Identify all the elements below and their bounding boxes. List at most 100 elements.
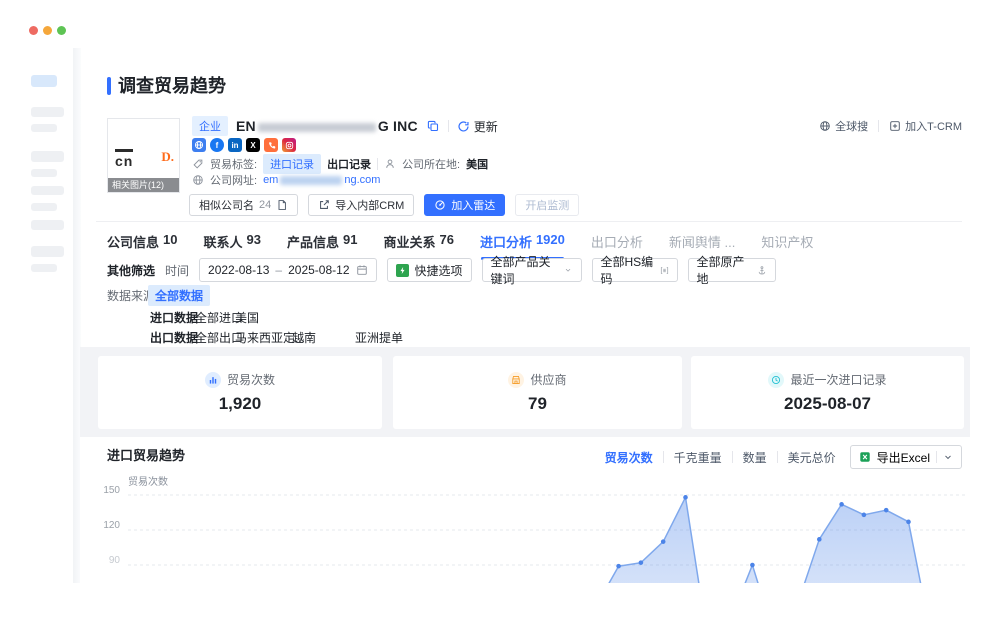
start-monitoring-button[interactable]: 开启监测	[515, 194, 579, 216]
sidebar-item[interactable]	[31, 186, 64, 195]
globe-icon	[192, 174, 204, 186]
trade-tags-row: 贸易标签: 进口记录 出口记录 公司所在地: 美国	[192, 154, 488, 174]
company-name: ENG INC	[236, 118, 418, 134]
website-row: 公司网址: emng.com	[192, 172, 380, 188]
export-data-label: 出口数据	[150, 329, 198, 346]
other-filters-label: 其他筛选	[107, 262, 155, 279]
chevron-down-icon[interactable]	[943, 452, 953, 462]
divider	[878, 120, 879, 132]
divider	[936, 451, 937, 463]
anchor-icon	[757, 265, 767, 276]
calendar-icon	[356, 264, 368, 276]
window-minimize-button[interactable]	[43, 26, 52, 35]
x-twitter-icon[interactable]: X	[246, 138, 260, 152]
hs-code-select[interactable]: 全部HS编码	[592, 258, 678, 282]
quick-options-icon	[396, 264, 409, 277]
chevron-down-icon	[564, 265, 572, 275]
tab-company-info[interactable]: 公司信息10	[107, 232, 177, 260]
hs-code-icon	[660, 265, 669, 276]
linkedin-icon[interactable]: in	[228, 138, 242, 152]
origin-country-select[interactable]: 全部原产地	[688, 258, 776, 282]
stat-card-last-import: 最近一次进口记录 2025-08-07	[691, 356, 964, 429]
copy-icon[interactable]	[426, 119, 440, 133]
facebook-icon[interactable]: f	[210, 138, 224, 152]
stat-value: 79	[528, 394, 547, 414]
section-divider	[96, 221, 962, 222]
company-image[interactable]: cn D. 相关图片(12)	[107, 118, 180, 193]
stat-label: 贸易次数	[227, 371, 275, 388]
window-close-button[interactable]	[29, 26, 38, 35]
divider	[732, 451, 733, 463]
time-filter-label: 时间	[165, 262, 189, 279]
sidebar-item[interactable]	[31, 220, 64, 230]
website-link[interactable]: emng.com	[263, 174, 380, 186]
import-data-row: 进口数据 全部进口 美国	[107, 309, 607, 325]
location-value: 美国	[466, 156, 488, 172]
sidebar-item[interactable]	[31, 151, 64, 162]
partner-logo-badge: D.	[161, 149, 174, 165]
sidebar-item[interactable]	[31, 169, 57, 177]
entity-type-tag: 企业	[192, 116, 228, 136]
blurred-url-segment	[280, 176, 342, 185]
radar-icon	[434, 199, 446, 211]
related-images-caption[interactable]: 相关图片(12)	[108, 178, 179, 192]
trade-tag-label: 贸易标签:	[210, 156, 257, 172]
phone-icon[interactable]	[264, 138, 278, 152]
data-source-row: 数据来源 全部数据	[107, 287, 607, 303]
instagram-icon[interactable]	[282, 138, 296, 152]
global-search-button[interactable]: 全球搜	[819, 118, 868, 134]
divider	[448, 120, 449, 132]
sidebar-item-active[interactable]	[31, 75, 57, 87]
sidebar-item[interactable]	[31, 203, 57, 211]
import-crm-button[interactable]: 导入内部CRM	[308, 194, 414, 216]
export-option-vietnam[interactable]: 越南	[292, 329, 316, 346]
date-range-picker[interactable]: 2022-08-13 – 2025-08-12	[199, 258, 376, 282]
refresh-button[interactable]: 更新	[457, 118, 498, 135]
header-actions: 全球搜 加入T-CRM	[819, 118, 962, 134]
excel-icon	[859, 451, 871, 463]
product-keywords-select[interactable]: 全部产品关键词	[482, 258, 582, 282]
location-label: 公司所在地:	[402, 156, 460, 172]
tab-contacts[interactable]: 联系人93	[203, 232, 260, 260]
tab-products[interactable]: 产品信息91	[287, 232, 357, 260]
stat-value: 2025-08-07	[784, 394, 871, 414]
stat-card-trade-count: 贸易次数 1,920	[98, 356, 382, 429]
sidebar-item[interactable]	[31, 124, 57, 132]
globe-search-icon	[819, 120, 831, 132]
export-records-tag[interactable]: 出口记录	[327, 156, 371, 172]
join-radar-button[interactable]: 加入雷达	[424, 194, 505, 216]
stat-value: 1,920	[219, 394, 262, 414]
social-links: f in X	[192, 138, 296, 152]
company-actions: 相似公司名 24 导入内部CRM 加入雷达 开启监测	[189, 194, 579, 216]
tab-business-relations[interactable]: 商业关系76	[383, 232, 453, 260]
import-records-tag[interactable]: 进口记录	[263, 154, 321, 174]
company-logo-text: cn	[115, 149, 133, 169]
chart-title: 进口贸易趋势	[107, 445, 185, 464]
sidebar-item[interactable]	[31, 246, 64, 257]
join-tcrm-button[interactable]: 加入T-CRM	[889, 118, 962, 134]
refresh-icon	[457, 120, 470, 133]
similar-company-names-button[interactable]: 相似公司名 24	[189, 194, 298, 216]
import-trend-section: 进口贸易趋势 贸易次数 千克重量 数量 美元总价 导出Excel 贸易次数 15…	[80, 437, 1000, 583]
stat-card-suppliers: 供应商 79	[393, 356, 682, 429]
blurred-name-segment	[258, 123, 376, 132]
import-option-usa[interactable]: 美国	[235, 309, 259, 326]
window-zoom-button[interactable]	[57, 26, 66, 35]
sidebar-item[interactable]	[31, 107, 64, 117]
tab-intellectual-property[interactable]: 知识产权	[761, 232, 813, 260]
clock-icon	[768, 372, 784, 388]
stat-label: 最近一次进口记录	[790, 371, 886, 388]
page-title: 调查贸易趋势	[118, 72, 226, 98]
import-icon	[318, 199, 330, 211]
divider	[777, 451, 778, 463]
all-data-option[interactable]: 全部数据	[148, 285, 210, 306]
quick-options-button[interactable]: 快捷选项	[387, 258, 472, 282]
export-option-asia-bill[interactable]: 亚洲提单	[355, 329, 403, 346]
sidebar-item[interactable]	[31, 264, 57, 272]
website-icon[interactable]	[192, 138, 206, 152]
trend-area-chart[interactable]	[80, 463, 1000, 583]
bar-chart-icon	[205, 372, 221, 388]
import-data-label: 进口数据	[150, 309, 198, 326]
company-name-row: 企业 ENG INC 更新	[192, 116, 498, 136]
document-icon	[276, 199, 288, 211]
